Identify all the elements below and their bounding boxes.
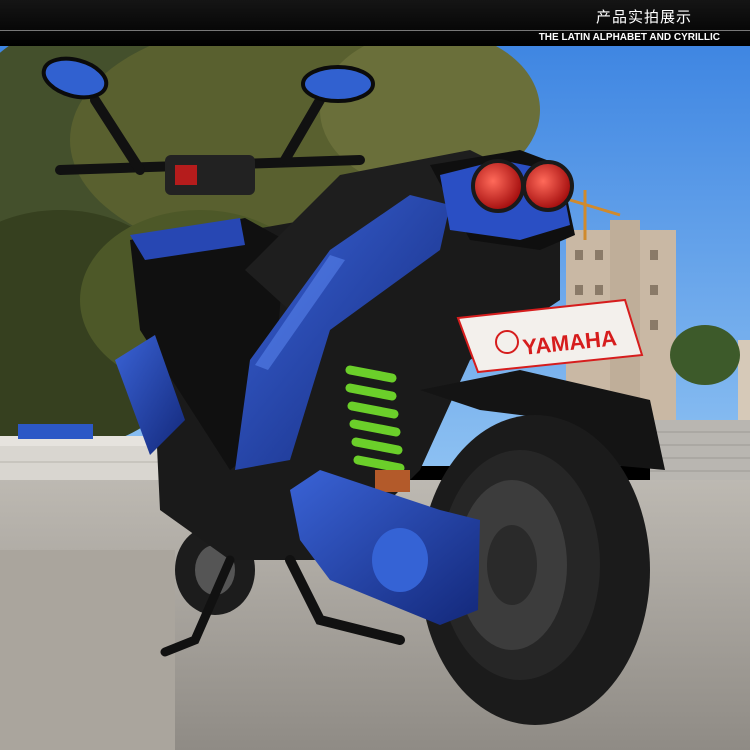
header-banner: 产品实拍展示 THE LATIN ALPHABET AND CYRILLIC <box>0 0 750 46</box>
blue-box <box>18 424 93 439</box>
banner-divider <box>0 30 750 31</box>
scooter-photo: YAMAHA <box>0 46 750 750</box>
stone-steps <box>650 420 750 485</box>
banner-subtitle: THE LATIN ALPHABET AND CYRILLIC <box>538 32 720 43</box>
tail-light-right <box>522 160 574 212</box>
small-tree <box>670 325 740 385</box>
pavement-left <box>0 550 175 750</box>
banner-title: 产品实拍展示 <box>595 8 692 26</box>
tail-light-left <box>471 159 525 213</box>
right-mirror <box>301 65 375 103</box>
scooter-photo-drawing: YAMAHA <box>0 46 750 750</box>
product-image-page: 产品实拍展示 THE LATIN ALPHABET AND CYRILLIC Y… <box>0 0 750 750</box>
